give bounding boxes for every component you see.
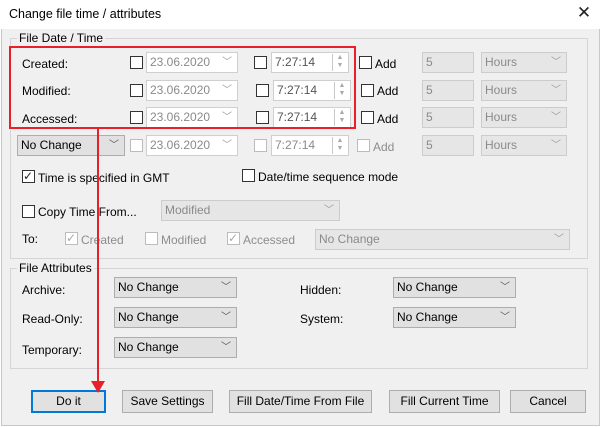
archive-label: Archive: — [22, 283, 66, 297]
to-modified-checkbox[interactable] — [145, 232, 158, 245]
sequence-mode-checkbox[interactable] — [242, 169, 255, 182]
save-settings-button[interactable]: Save Settings — [122, 390, 213, 413]
readonly-label: Read-Only: — [22, 312, 83, 326]
extra-timestamp-select[interactable]: No Change ﹀ — [17, 135, 125, 156]
system-label: System: — [300, 312, 344, 326]
attributes-group-label: File Attributes — [17, 261, 94, 275]
sequence-mode-label: Date/time sequence mode — [258, 170, 399, 184]
to-accessed-checkbox[interactable] — [227, 231, 240, 245]
extra-add-label: Add — [373, 140, 395, 154]
to-created-label: Created — [81, 233, 124, 247]
created-add-amount[interactable]: 5 — [422, 52, 474, 73]
window-title: Change file time / attributes — [9, 7, 162, 21]
system-select[interactable]: No Change ﹀ — [393, 307, 516, 328]
created-add-label: Add — [375, 57, 397, 71]
temporary-select[interactable]: No Change ﹀ — [114, 337, 237, 358]
accessed-add-checkbox[interactable] — [361, 111, 374, 124]
to-label: To: — [22, 232, 39, 246]
date-time-group-label: File Date / Time — [17, 31, 106, 45]
fill-from-file-button[interactable]: Fill Date/Time From File — [229, 390, 372, 413]
readonly-select[interactable]: No Change ﹀ — [114, 307, 237, 328]
extra-add-checkbox[interactable] — [357, 139, 370, 152]
extra-add-amount[interactable]: 5 — [422, 135, 474, 156]
to-created-checkbox[interactable] — [65, 231, 78, 245]
to-accessed-label: Accessed — [243, 233, 296, 247]
gmt-label: Time is specified in GMT — [38, 171, 170, 185]
hidden-select[interactable]: No Change ﹀ — [393, 277, 516, 298]
hidden-label: Hidden: — [300, 283, 342, 297]
modified-add-checkbox[interactable] — [361, 84, 374, 97]
annotation-arrow-line — [97, 129, 99, 384]
created-add-unit[interactable]: Hours ﹀ — [481, 52, 567, 73]
extra-time-checkbox[interactable] — [254, 139, 267, 152]
extra-add-unit[interactable]: Hours ﹀ — [481, 135, 567, 156]
modified-add-label: Add — [377, 84, 399, 98]
do-it-button[interactable]: Do it — [31, 390, 106, 413]
gmt-checkbox[interactable] — [22, 169, 35, 183]
to-modified-label: Modified — [161, 233, 207, 247]
to-target-select[interactable]: No Change ﹀ — [315, 229, 570, 250]
created-add-checkbox[interactable] — [359, 56, 372, 69]
close-icon[interactable]: ✕ — [574, 3, 594, 23]
fill-current-time-button[interactable]: Fill Current Time — [389, 390, 500, 413]
accessed-add-amount[interactable]: 5 — [422, 107, 474, 128]
archive-select[interactable]: No Change ﹀ — [114, 277, 237, 298]
copy-time-label: Copy Time From... — [38, 205, 137, 219]
extra-time-spinner[interactable]: 7:27:14 ▲ ▼ — [271, 135, 349, 156]
accessed-add-label: Add — [377, 112, 399, 126]
temporary-label: Temporary: — [22, 343, 83, 357]
copy-time-checkbox[interactable] — [22, 205, 35, 218]
cancel-button[interactable]: Cancel — [510, 390, 586, 413]
title-bar: Change file time / attributes ✕ — [0, 0, 601, 29]
extra-date-picker[interactable]: 23.06.2020 ﹀ — [146, 135, 238, 156]
copy-source-select[interactable]: Modified ﹀ — [161, 200, 340, 221]
annotation-highlight-box — [9, 46, 356, 129]
annotation-arrow-head — [91, 381, 105, 393]
modified-add-unit[interactable]: Hours ﹀ — [481, 80, 567, 101]
modified-add-amount[interactable]: 5 — [422, 80, 474, 101]
accessed-add-unit[interactable]: Hours ﹀ — [481, 107, 567, 128]
extra-date-checkbox[interactable] — [130, 139, 143, 152]
